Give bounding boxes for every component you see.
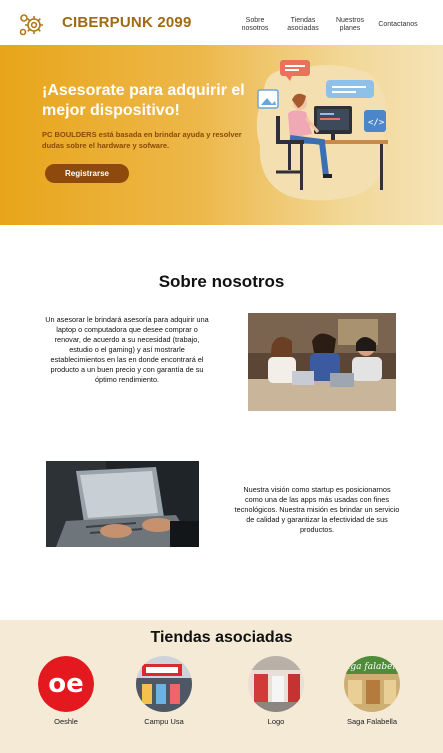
about-title: Sobre nosotros (158, 272, 285, 291)
gear-logo-icon[interactable] (18, 11, 46, 39)
store-item-oeshle[interactable]: oe Oeshle (30, 656, 102, 726)
store-item-saga-falabella[interactable]: saga falabella Saga Falabella (336, 656, 408, 726)
nav-link-contactanos[interactable]: Contactanos (375, 21, 421, 29)
svg-text:saga falabella: saga falabella (344, 662, 400, 672)
hero-title: ¡Asesorate para adquirir el mejor dispos… (42, 82, 245, 119)
store-item-campu-usa[interactable]: Campu Usa (128, 656, 200, 726)
svg-text:</>: </> (368, 118, 385, 128)
nav-link-tiendas-asociadas[interactable]: Tiendas asociadas (284, 17, 322, 33)
team-meeting-photo (248, 313, 396, 411)
top-navbar: CIBERPUNK 2099 Sobre nosotros Tiendas as… (0, 0, 443, 45)
store-label: Saga Falabella (346, 717, 398, 726)
svg-text:oe: oe (48, 669, 84, 699)
store-label: Oeshle (54, 717, 78, 726)
campu-usa-storefront (136, 656, 192, 712)
store-interior-photo (248, 656, 304, 712)
oeshle-logo: oe (38, 656, 94, 712)
brand-name[interactable]: CIBERPUNK 2099 (62, 14, 192, 31)
saga-falabella-storefront: saga falabella (344, 656, 400, 712)
stores-title: Tiendas asociadas (150, 629, 293, 646)
hero-illustration: </> (256, 60, 388, 201)
store-label: Logo (267, 717, 285, 726)
hero-subtitle: PC BOULDERS está basada en brindar ayuda… (42, 130, 242, 150)
store-label: Campu Usa (144, 717, 184, 726)
register-button[interactable]: Registrarse (45, 164, 129, 183)
nav-link-nuestros-planes[interactable]: Nuestros planes (333, 17, 367, 33)
about-paragraph-1: Un asesorar le brindará asesoría para ad… (45, 315, 209, 384)
store-item-logo[interactable]: Logo (240, 656, 312, 726)
about-paragraph-2: Nuestra visión como startup es posiciona… (234, 485, 400, 534)
laptop-typing-photo (46, 461, 199, 547)
nav-link-sobre-nosotros[interactable]: Sobre nosotros (238, 17, 272, 33)
